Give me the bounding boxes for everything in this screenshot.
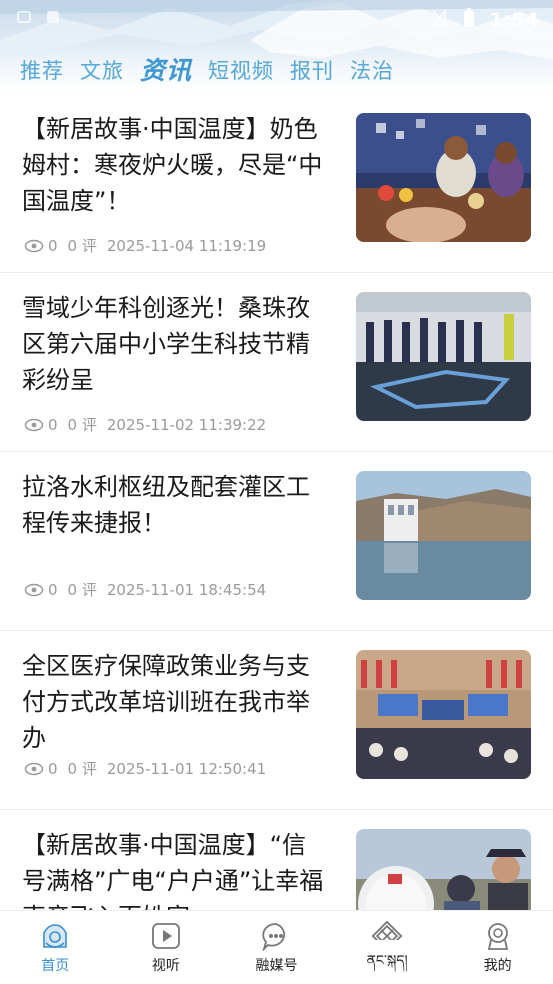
nav-profile[interactable]: 我的 — [442, 911, 553, 984]
news-thumbnail[interactable] — [356, 471, 531, 600]
views-icon — [24, 239, 44, 252]
nav-video-label: 视听 — [151, 958, 180, 974]
publish-time: 2025-11-04 11:19:19 — [106, 236, 267, 255]
news-meta: 0 0 评 2025-11-04 11:19:19 — [24, 235, 276, 256]
views-icon — [24, 418, 44, 431]
nav-media[interactable]: 融媒号 — [221, 911, 332, 984]
news-title[interactable]: 拉洛水利枢纽及配套灌区工程传来捷报！ — [22, 469, 324, 541]
news-thumbnail[interactable] — [356, 113, 531, 242]
home-icon — [43, 924, 68, 948]
no-signal-icon — [431, 8, 448, 32]
tab-news[interactable]: 资讯 — [140, 56, 192, 86]
news-title[interactable]: 【新居故事·中国温度】奶色姆村：寒夜炉火暖，尽是“中国温度”！ — [22, 111, 324, 219]
nav-home[interactable]: 首页 — [0, 911, 111, 984]
comment-count: 0 评 — [67, 581, 97, 599]
news-item[interactable]: 雪域少年科创逐光！桑珠孜区第六届中小学生科技节精彩纷呈 0 0 评 2025-1… — [0, 272, 553, 452]
app-status-icon — [45, 9, 61, 29]
nav-tibetan[interactable]: ནང་སྐད། — [332, 911, 443, 984]
publish-time: 2025-11-01 18:45:54 — [106, 580, 267, 599]
publish-time: 2025-11-01 12:50:41 — [106, 759, 267, 778]
news-item[interactable]: 拉洛水利枢纽及配套灌区工程传来捷报！ 0 0 评 2025-11-01 18:4… — [0, 451, 553, 631]
views-icon — [24, 762, 44, 775]
nav-media-label: 融媒号 — [255, 958, 298, 974]
news-thumbnail[interactable] — [356, 829, 531, 910]
nav-profile-label: 我的 — [483, 958, 512, 974]
tab-newspaper[interactable]: 报刊 — [290, 56, 334, 86]
tab-law[interactable]: 法治 — [350, 56, 394, 86]
nav-tibetan-label: ནང་སྐད། — [366, 953, 408, 969]
publish-time: 2025-11-02 11:39:22 — [106, 415, 267, 434]
nav-video[interactable]: 视听 — [111, 911, 222, 984]
tab-recommend[interactable]: 推荐 — [20, 56, 64, 86]
bottom-navigation: 首页 视听 融媒号 ནང་སྐད། 我的 — [0, 910, 553, 984]
header: 1:54 推荐 文旅 资讯 短视频 报刊 法治 — [0, 0, 553, 92]
comment-count: 0 评 — [67, 760, 97, 778]
category-tabs: 推荐 文旅 资讯 短视频 报刊 法治 — [20, 52, 410, 86]
tab-short-video[interactable]: 短视频 — [208, 56, 274, 86]
status-time: 1:54 — [489, 9, 539, 31]
user-icon — [487, 923, 508, 950]
news-title[interactable]: 全区医疗保障政策业务与支付方式改革培训班在我市举办 — [22, 648, 324, 756]
news-item[interactable]: 全区医疗保障政策业务与支付方式改革培训班在我市举办 0 0 评 2025-11-… — [0, 630, 553, 810]
news-list: 【新居故事·中国温度】奶色姆村：寒夜炉火暖，尽是“中国温度”！ 0 0 评 20… — [0, 93, 553, 910]
news-item[interactable]: 【新居故事·中国温度】奶色姆村：寒夜炉火暖，尽是“中国温度”！ 0 0 评 20… — [0, 93, 553, 273]
news-item[interactable]: 【新居故事·中国温度】“信号满格”广电“户户通”让幸福声音飞入百姓家 — [0, 809, 553, 910]
news-meta: 0 0 评 2025-11-02 11:39:22 — [24, 414, 276, 435]
news-title[interactable]: 【新居故事·中国温度】“信号满格”广电“户户通”让幸福声音飞入百姓家 — [22, 827, 324, 910]
knot-icon — [371, 921, 403, 940]
news-thumbnail[interactable] — [356, 650, 531, 779]
comment-count: 0 评 — [67, 416, 97, 434]
status-left-icons — [16, 8, 69, 29]
nav-home-label: 首页 — [41, 958, 70, 974]
views-icon — [24, 583, 44, 596]
battery-icon — [463, 8, 475, 33]
view-count: 0 — [48, 759, 58, 778]
status-bar: 1:54 — [0, 6, 553, 32]
news-thumbnail[interactable] — [356, 292, 531, 421]
chat-icon — [262, 923, 286, 951]
status-right: 1:54 — [431, 8, 539, 33]
view-count: 0 — [48, 236, 58, 255]
play-icon — [151, 923, 180, 949]
view-count: 0 — [48, 580, 58, 599]
view-count: 0 — [48, 415, 58, 434]
tab-culture-tourism[interactable]: 文旅 — [80, 56, 124, 86]
news-meta: 0 0 评 2025-11-01 12:50:41 — [24, 758, 276, 779]
comment-count: 0 评 — [67, 237, 97, 255]
news-title[interactable]: 雪域少年科创逐光！桑珠孜区第六届中小学生科技节精彩纷呈 — [22, 290, 324, 398]
news-meta: 0 0 评 2025-11-01 18:45:54 — [24, 579, 276, 600]
notification-icon — [16, 9, 32, 29]
